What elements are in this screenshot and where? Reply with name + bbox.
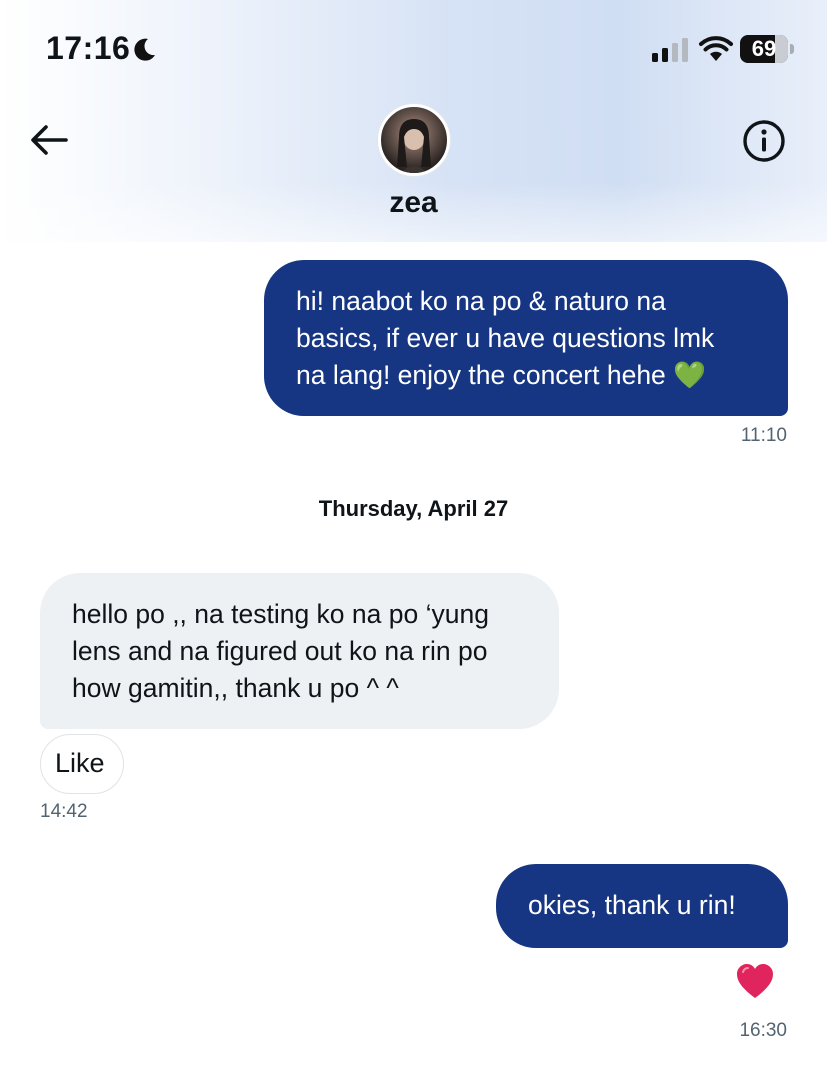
heart-reaction-icon[interactable] <box>735 962 775 1000</box>
sent-message-bubble[interactable]: okies, thank u rin! <box>496 864 788 948</box>
sent-message-bubble[interactable]: hi! naabot ko na po & naturo na basics, … <box>264 260 788 416</box>
message-timestamp: 11:10 <box>740 425 787 446</box>
info-icon[interactable] <box>741 118 787 164</box>
like-button-label: Like <box>55 748 105 778</box>
wifi-icon <box>699 36 733 61</box>
avatar-photo <box>397 119 431 173</box>
message-timestamp: 16:30 <box>739 1020 787 1041</box>
message-text-line: basics, if ever u have questions lmk <box>296 323 715 353</box>
message-text-line: how gamitin,, thank u po ^ ^ <box>72 673 399 703</box>
cellular-signal-icon <box>652 38 688 62</box>
conversation-name[interactable]: zea <box>0 186 827 220</box>
like-reaction-button[interactable]: Like <box>40 734 124 794</box>
status-time: 17:16 <box>46 30 131 66</box>
message-text-line: lens and na figured out ko na rin po <box>72 636 488 666</box>
message-timestamp: 14:42 <box>40 801 88 822</box>
received-message-bubble[interactable]: hello po ,, na testing ko na po ‘yung le… <box>40 573 559 729</box>
battery-icon: 69 <box>740 35 796 65</box>
back-arrow-icon[interactable] <box>28 122 70 158</box>
date-divider: Thursday, April 27 <box>318 496 509 521</box>
message-text-line: na lang! enjoy the concert hehe 💚 <box>296 360 707 390</box>
message-text-line: okies, thank u rin! <box>528 890 736 920</box>
moon-icon <box>134 38 155 61</box>
message-text-line: hi! naabot ko na po & naturo na <box>296 286 666 316</box>
battery-level: 69 <box>751 36 777 61</box>
message-text-line: hello po ,, na testing ko na po ‘yung <box>72 599 489 629</box>
contact-avatar[interactable] <box>378 104 450 176</box>
